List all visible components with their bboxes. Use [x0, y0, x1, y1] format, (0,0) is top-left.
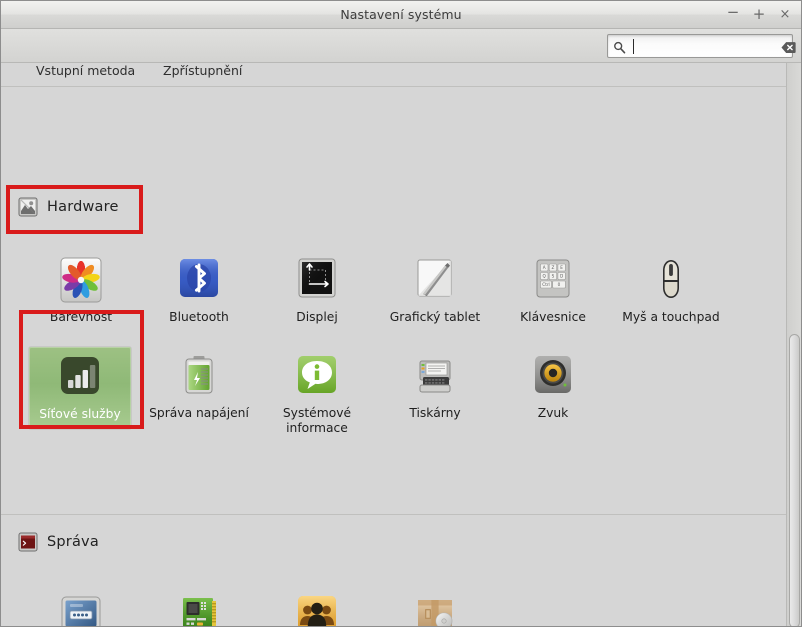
tile-label: Správa napájení: [149, 406, 249, 420]
svg-text:Z: Z: [551, 265, 554, 270]
tile-prihlasovaci-okno[interactable]: Přihlašovací okno: [29, 585, 133, 626]
tile-graficky-tablet[interactable]: Grafický tablet: [383, 250, 487, 325]
group-hardware: Hardware Barevnost Bluetooth Displej Gra…: [1, 196, 801, 508]
maximize-button[interactable]: +: [751, 7, 767, 23]
window-title: Nastavení systému: [340, 7, 462, 22]
graphics-tablet-icon: [411, 256, 459, 304]
grid-hardware: Barevnost Bluetooth Displej Grafický tab…: [1, 218, 801, 508]
administration-icon: [18, 532, 38, 552]
tile-uzivatele-a-skupiny[interactable]: Uživatelé a skupiny: [265, 585, 369, 626]
minimize-button[interactable]: −: [725, 4, 741, 25]
tile-label: Tiskárny: [409, 406, 461, 420]
sound-icon: [529, 352, 577, 400]
tile-klavesnice[interactable]: AZE QSD Ctrl 0 Klávesnice: [501, 250, 605, 325]
tile-label: Barevnost: [49, 310, 113, 324]
colorimetry-icon: [57, 256, 105, 304]
keyboard-icon: AZE QSD Ctrl 0: [529, 256, 577, 304]
scrollbar-thumb[interactable]: [789, 334, 800, 626]
hardware-icon: [18, 197, 38, 217]
mouse-touchpad-icon: [647, 256, 695, 304]
search-input[interactable]: [631, 34, 781, 57]
login-window-icon: [57, 591, 105, 626]
display-icon: [293, 256, 341, 304]
tile-label: Klávesnice: [520, 310, 586, 324]
tile-zvuk[interactable]: Zvuk: [501, 346, 605, 421]
svg-text:A: A: [543, 265, 546, 270]
text-caret: [633, 38, 634, 54]
printers-icon: [411, 352, 459, 400]
tile-zdroje-softwaru[interactable]: Zdroje softwaru: [383, 585, 487, 626]
system-info-icon: [293, 352, 341, 400]
svg-text:S: S: [552, 274, 555, 279]
title-bar: Nastavení systému − + ×: [1, 1, 801, 29]
tile-mys-a-touchpad[interactable]: Myš a touchpad: [619, 250, 723, 325]
group-title-sprava: Správa: [47, 534, 99, 550]
search-icon: [613, 39, 626, 54]
tile-barevnost[interactable]: Barevnost: [29, 250, 133, 325]
tile-label: Displej: [296, 310, 338, 324]
svg-text:D: D: [560, 274, 563, 279]
tile-label-vstupni-metoda[interactable]: Vstupní metoda: [36, 63, 135, 78]
grid-sprava: Přihlašovací okno: [1, 553, 801, 626]
divider-top: [1, 86, 786, 87]
network-services-icon: [56, 353, 104, 401]
tile-label: Myš a touchpad: [622, 310, 720, 324]
system-settings-window: Nastavení systému − + × Vstupní metoda Z…: [0, 0, 802, 627]
window-controls: − + ×: [725, 1, 793, 28]
toolbar: [1, 29, 801, 63]
driver-manager-icon: [175, 591, 223, 626]
svg-text:0: 0: [558, 282, 561, 287]
tile-sitove-sluzby[interactable]: Síťové služby: [28, 346, 132, 430]
clear-icon[interactable]: [781, 39, 796, 53]
group-title-hardware: Hardware: [47, 199, 119, 215]
software-sources-icon: [411, 591, 459, 626]
search-box[interactable]: [607, 33, 796, 58]
bluetooth-icon: [175, 256, 223, 304]
group-header-sprava: Správa: [1, 531, 801, 553]
tile-label: Síťové služby: [39, 407, 121, 421]
settings-content: Vstupní metoda Zpřístupnění Hardware Bar…: [1, 63, 801, 626]
group-header-hardware: Hardware: [1, 196, 801, 218]
cut-off-row: Vstupní metoda Zpřístupnění: [1, 63, 801, 86]
tile-systemove-informace[interactable]: Systémové informace: [265, 346, 369, 435]
tile-label: Grafický tablet: [389, 310, 481, 324]
svg-text:Ctrl: Ctrl: [542, 282, 549, 287]
tile-label: Systémové informace: [282, 406, 352, 435]
tile-label: Zvuk: [537, 406, 569, 420]
tile-spravce-ovladacu[interactable]: Správce ovladačů: [147, 585, 251, 626]
power-management-icon: [175, 352, 223, 400]
tile-displej[interactable]: Displej: [265, 250, 369, 325]
tile-label-zpristupneni[interactable]: Zpřístupnění: [163, 63, 242, 78]
tile-tiskarny[interactable]: Tiskárny: [383, 346, 487, 421]
group-sprava: Správa: [1, 531, 801, 626]
tile-label: Bluetooth: [169, 310, 229, 324]
svg-text:E: E: [560, 265, 563, 270]
tile-sprava-napajeni[interactable]: Správa napájení: [147, 346, 251, 421]
tile-bluetooth[interactable]: Bluetooth: [147, 250, 251, 325]
users-groups-icon: [293, 591, 341, 626]
close-button[interactable]: ×: [777, 7, 793, 23]
divider-sprava: [1, 514, 786, 515]
vertical-scrollbar[interactable]: [786, 63, 801, 626]
